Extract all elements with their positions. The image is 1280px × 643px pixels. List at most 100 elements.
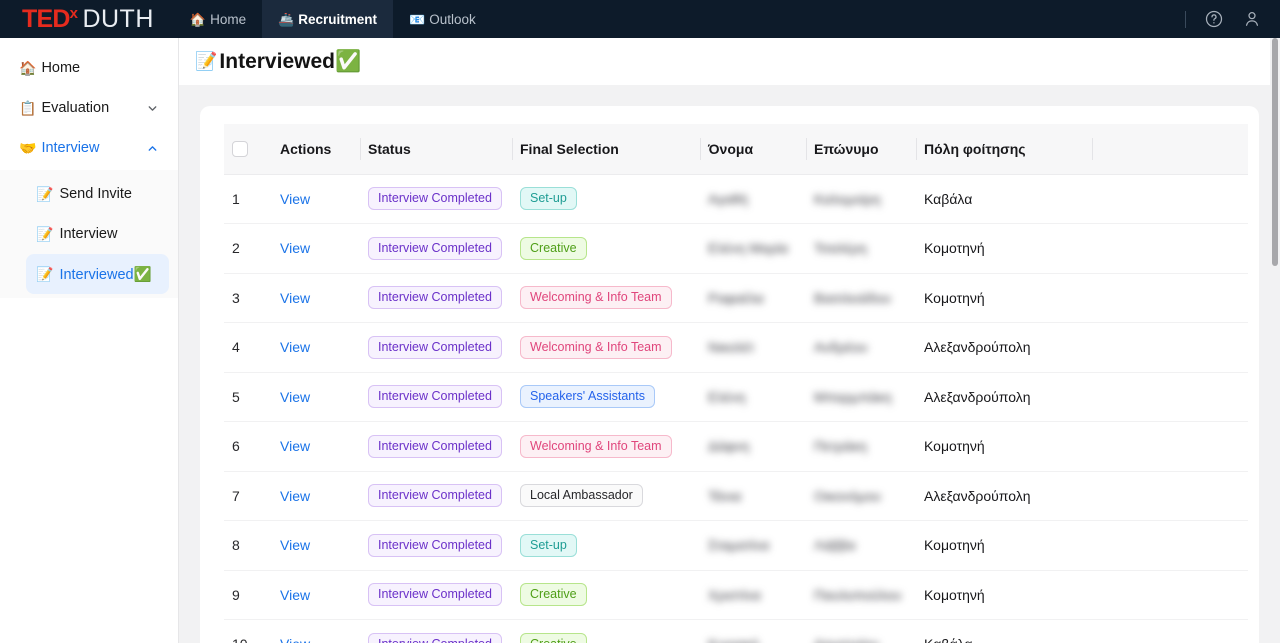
view-link[interactable]: View (280, 537, 310, 553)
table-row[interactable]: 4 View Interview Completed Welcoming & Info… (224, 322, 1248, 373)
view-link[interactable]: View (280, 339, 310, 355)
final-selection-badge: Set-up (520, 187, 577, 211)
row-index: 5 (232, 388, 240, 405)
row-onoma-cell: Ραφαέλα (700, 273, 806, 323)
tedx-duth-logo[interactable]: TED x DUTH (0, 0, 174, 38)
poli-value: Καβάλα (924, 636, 972, 643)
row-final-selection-cell: Set-up (512, 520, 700, 571)
column-header-actions[interactable]: Actions (272, 124, 360, 175)
row-status-cell: Interview Completed (360, 322, 512, 373)
row-index: 1 (232, 190, 240, 207)
onoma-value: Νικολέτ (708, 339, 755, 356)
table-row[interactable]: 2 View Interview Completed Creative Ελένη Μα… (224, 223, 1248, 274)
view-link[interactable]: View (280, 389, 310, 405)
nav-tab-outlook[interactable]: 📧 Outlook (393, 0, 492, 38)
logo-x-text: x (69, 4, 78, 22)
row-tail-cell (1092, 520, 1248, 571)
eponymo-value: Παυλοπούλου (814, 586, 902, 603)
onoma-value: Τάνια (708, 487, 742, 504)
page-scrollbar[interactable] (1270, 38, 1280, 643)
column-header-poli-foitisis[interactable]: Πόλη φοίτησης (916, 124, 1092, 175)
sidebar-item-evaluation[interactable]: 📋 Evaluation (9, 88, 169, 128)
table-row[interactable]: 3 View Interview Completed Welcoming & Info… (224, 273, 1248, 323)
row-final-selection-cell: Welcoming & Info Team (512, 322, 700, 373)
handshake-icon: 🤝 (19, 140, 37, 156)
row-index-cell: 5 (224, 372, 272, 422)
row-index-cell: 8 (224, 520, 272, 571)
view-link[interactable]: View (280, 488, 310, 504)
view-link[interactable]: View (280, 636, 310, 643)
sidebar-item-interview-sub[interactable]: 📝 Interview (26, 214, 169, 254)
row-index-cell: 4 (224, 322, 272, 373)
row-tail-cell (1092, 273, 1248, 323)
status-badge: Interview Completed (368, 335, 502, 359)
eponymo-value: Δημητρίου (814, 636, 879, 643)
envelope-icon: 📧 (409, 11, 426, 27)
row-actions-cell: View (272, 174, 360, 224)
status-badge: Interview Completed (368, 583, 502, 607)
sidebar-item-interview[interactable]: 🤝 Interview (9, 128, 169, 168)
row-poli-cell: Κομοτηνή (916, 223, 1092, 274)
row-final-selection-cell: Creative (512, 570, 700, 620)
view-link[interactable]: View (280, 587, 310, 603)
poli-value: Κομοτηνή (924, 586, 985, 603)
page-scrollbar-thumb[interactable] (1272, 38, 1278, 266)
row-final-selection-cell: Speakers' Assistants (512, 372, 700, 422)
nav-tab-outlook-label: Outlook (429, 11, 476, 27)
view-link[interactable]: View (280, 290, 310, 306)
table-row[interactable]: 6 View Interview Completed Welcoming & Info… (224, 421, 1248, 472)
column-header-eponymo[interactable]: Επώνυμο (806, 124, 916, 175)
row-index: 9 (232, 586, 240, 603)
row-tail-cell (1092, 223, 1248, 274)
row-eponymo-cell: Βασιλειάδου (806, 273, 916, 323)
column-header-onoma[interactable]: Όνομα (700, 124, 806, 175)
view-link[interactable]: View (280, 240, 310, 256)
eponymo-value: Βασιλειάδου (814, 289, 891, 306)
row-tail-cell (1092, 471, 1248, 521)
column-header-final-selection[interactable]: Final Selection (512, 124, 700, 175)
row-final-selection-cell: Creative (512, 223, 700, 274)
row-poli-cell: Αλεξανδρούπολη (916, 372, 1092, 422)
row-status-cell: Interview Completed (360, 223, 512, 274)
row-poli-cell: Κομοτηνή (916, 273, 1092, 323)
table-row[interactable]: 9 View Interview Completed Creative Χριστίνα… (224, 570, 1248, 620)
select-all-checkbox[interactable] (232, 140, 248, 157)
clipboard-icon: 📋 (19, 100, 37, 116)
row-tail-cell (1092, 570, 1248, 620)
row-poli-cell: Κομοτηνή (916, 421, 1092, 472)
poli-value: Καβάλα (924, 190, 973, 207)
table-row[interactable]: 5 View Interview Completed Speakers' Assist… (224, 372, 1248, 422)
row-eponymo-cell: Ανδρέου (806, 322, 916, 373)
nav-tab-recruitment[interactable]: 🚢 Recruitment (262, 0, 394, 38)
table-row[interactable]: 8 View Interview Completed Set-up Σταματίνα Λ… (224, 520, 1248, 571)
page-header: 📝 Interviewed✅ (179, 38, 1280, 85)
column-header-status[interactable]: Status (360, 124, 512, 175)
sidebar-item-interviewed[interactable]: 📝 Interviewed✅ (26, 254, 169, 294)
view-link[interactable]: View (280, 191, 310, 207)
table-row[interactable]: 7 View Interview Completed Local Ambassador… (224, 471, 1248, 521)
row-index: 4 (232, 339, 240, 356)
onoma-value: Αγαθή (708, 190, 748, 207)
table-row[interactable]: 10 View Interview Completed Creative Κυριακή… (224, 619, 1248, 643)
sidebar-item-home[interactable]: 🏠 Home (9, 48, 169, 88)
row-actions-cell: View (272, 421, 360, 472)
final-selection-badge: Welcoming & Info Team (520, 434, 672, 458)
sidebar-item-send-invite[interactable]: 📝 Send Invite (26, 174, 169, 214)
row-final-selection-cell: Set-up (512, 174, 700, 224)
user-icon[interactable] (1242, 9, 1262, 29)
poli-value: Κομοτηνή (924, 289, 985, 306)
logo-duth-text: DUTH (82, 4, 154, 33)
view-link[interactable]: View (280, 438, 310, 454)
top-nav-actions (1185, 0, 1280, 38)
onoma-value: Ραφαέλα (708, 289, 764, 306)
sidebar-item-interview-label: Interview (41, 140, 100, 156)
logo-ted-text: TED (22, 4, 70, 33)
nav-tab-home[interactable]: 🏠 Home (174, 0, 262, 38)
help-circle-icon[interactable] (1204, 9, 1224, 29)
row-index: 2 (232, 240, 240, 257)
eponymo-value: Ανδρέου (814, 339, 868, 356)
chevron-down-icon (148, 105, 157, 111)
table-row[interactable]: 1 View Interview Completed Set-up Αγαθή Καλομ… (224, 174, 1248, 224)
row-tail-cell (1092, 421, 1248, 472)
row-index-cell: 1 (224, 174, 272, 224)
